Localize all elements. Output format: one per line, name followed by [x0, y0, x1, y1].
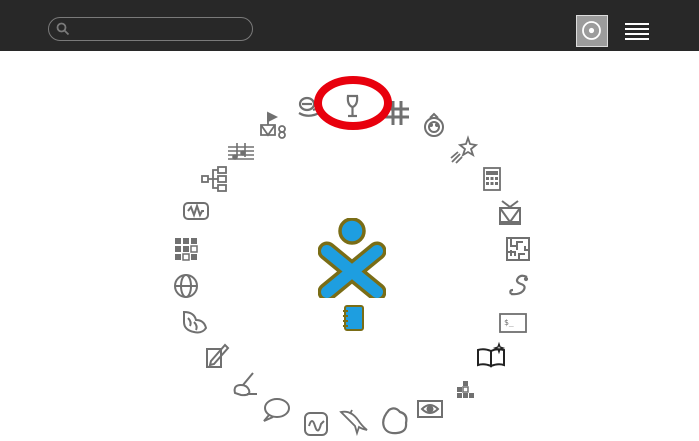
grid-tiles-icon [175, 238, 198, 261]
list-view-icon [625, 23, 649, 40]
drum-icon [499, 200, 521, 225]
activity-terminal[interactable]: $_ [497, 307, 529, 339]
paint-brush-icon [233, 372, 257, 397]
activity-grid-tiles[interactable] [170, 233, 202, 265]
activity-shooting-star[interactable] [448, 134, 480, 166]
search-icon [56, 22, 70, 36]
image-viewer-icon [417, 400, 443, 418]
journal-icon [343, 305, 364, 331]
blocks-icon [457, 381, 474, 398]
activity-shape-blob[interactable] [379, 404, 411, 436]
dolphin-icon [339, 409, 368, 436]
ring-view-icon [582, 21, 601, 40]
activity-blocks[interactable] [449, 373, 481, 405]
list-view-button[interactable] [619, 15, 653, 47]
search-field[interactable] [48, 17, 253, 41]
activity-read[interactable] [475, 340, 507, 372]
highlight-circle [314, 76, 392, 130]
tamtam-edit-icon [260, 111, 286, 139]
activity-oscilloscope[interactable] [300, 408, 332, 440]
blob-icon [382, 407, 408, 435]
oscilloscope-icon [304, 412, 328, 436]
activity-paint-brush[interactable] [229, 369, 261, 401]
xo-owner[interactable] [317, 217, 387, 302]
maze-icon [506, 237, 530, 261]
chat-icon [263, 398, 290, 422]
activity-chat[interactable] [260, 394, 292, 426]
star-icon [450, 135, 479, 164]
activity-tamtam-jam[interactable] [494, 197, 526, 229]
journal-button[interactable] [341, 304, 365, 336]
ring-view-button[interactable] [576, 15, 608, 47]
measure-icon [183, 202, 209, 220]
activity-speak[interactable] [418, 110, 450, 142]
activity-world-globe[interactable] [170, 270, 202, 302]
activity-measure[interactable] [180, 195, 212, 227]
xo-user-icon [317, 217, 387, 302]
globe-icon [174, 274, 198, 298]
activity-calculate[interactable] [476, 163, 508, 195]
activity-paint[interactable] [201, 339, 233, 371]
terminal-icon: $_ [499, 313, 527, 333]
read-icon [477, 341, 506, 368]
mind-map-icon [201, 166, 227, 192]
activity-pippy[interactable] [178, 306, 210, 338]
activity-dolphin[interactable] [338, 404, 370, 436]
svg-text:$_: $_ [504, 318, 514, 327]
activity-tamtam-edit[interactable] [257, 109, 289, 141]
music-sequencer-icon [228, 143, 254, 160]
top-toolbar [0, 0, 699, 51]
paint-icon [206, 343, 230, 368]
calculator-icon [483, 167, 501, 191]
activity-maze[interactable] [502, 233, 534, 265]
activity-image-viewer[interactable] [414, 393, 446, 425]
speak-icon [424, 112, 444, 137]
snake-icon [509, 274, 529, 296]
activity-mind-map[interactable] [199, 163, 231, 195]
activity-music-sequencer[interactable] [225, 135, 257, 167]
pippy-icon [183, 310, 208, 334]
activity-snake[interactable] [503, 270, 535, 302]
search-input[interactable] [75, 19, 249, 39]
